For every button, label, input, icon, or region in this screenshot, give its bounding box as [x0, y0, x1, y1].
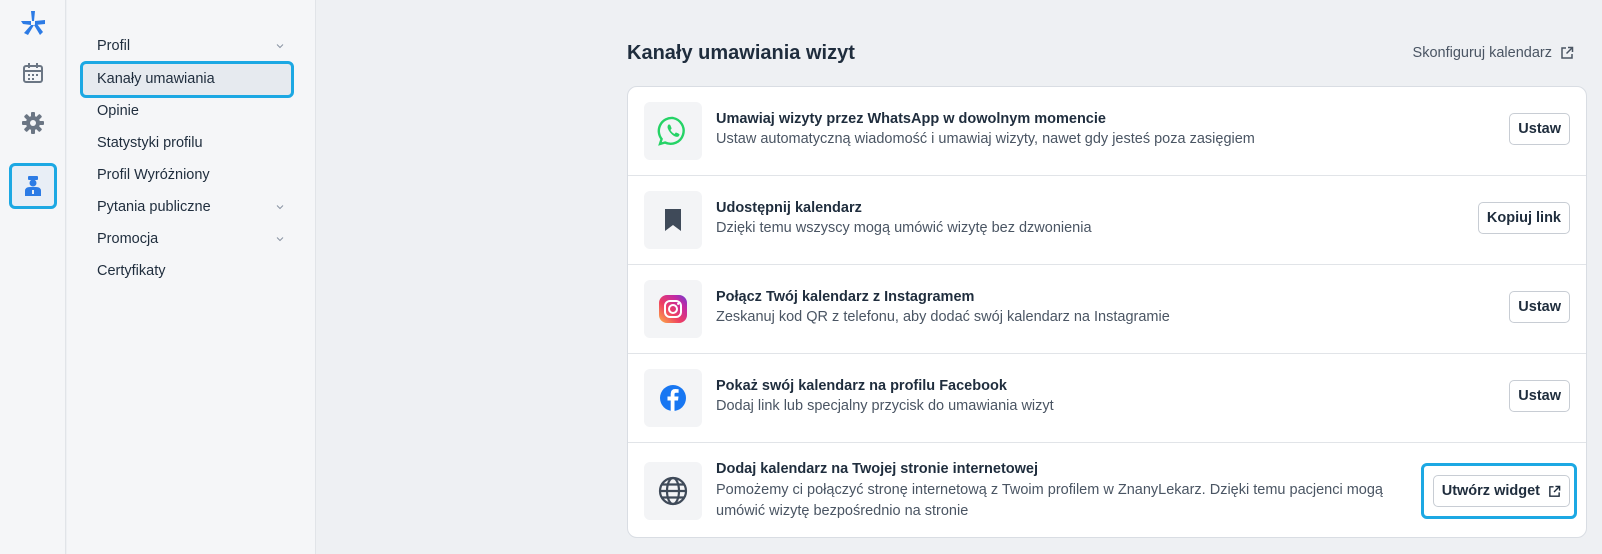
channel-title: Dodaj kalendarz na Twojej stronie intern… [716, 461, 1039, 477]
configure-calendar-label: Skonfiguruj kalendarz [1412, 45, 1552, 61]
channel-row-website: Dodaj kalendarz na Twojej stronie intern… [628, 443, 1586, 537]
button-label: Ustaw [1518, 299, 1561, 315]
nav-item-profil[interactable]: Profil [97, 32, 287, 60]
gear-icon[interactable] [9, 100, 57, 146]
globe-icon [644, 462, 702, 520]
nav-item-promocja[interactable]: Promocja [97, 225, 287, 253]
channel-description: Dodaj link lub specjalny przycisk do uma… [716, 398, 1054, 414]
channel-row-facebook: Pokaż swój kalendarz na profilu Facebook… [628, 354, 1586, 443]
logo-icon[interactable] [9, 0, 57, 46]
channel-row-instagram: Połącz Twój kalendarz z Instagramem Zesk… [628, 265, 1586, 354]
external-link-icon [1561, 46, 1574, 59]
channel-title: Połącz Twój kalendarz z Instagramem [716, 289, 975, 305]
doctor-profile-icon[interactable] [9, 163, 57, 209]
channel-row-whatsapp: Umawiaj wizyty przez WhatsApp w dowolnym… [628, 87, 1586, 176]
chevron-down-icon [276, 44, 284, 49]
bookmark-icon [644, 191, 702, 249]
facebook-setup-button[interactable]: Ustaw [1509, 380, 1570, 412]
channel-title: Udostępnij kalendarz [716, 200, 862, 216]
nav-item-label: Certyfikaty [97, 263, 166, 279]
button-label: Kopiuj link [1486, 210, 1561, 226]
channel-description: Zeskanuj kod QR z telefonu, aby dodać sw… [716, 309, 1170, 325]
nav-item-label: Profil Wyróżniony [97, 167, 210, 183]
button-label: Ustaw [1518, 121, 1561, 137]
nav-item-opinie[interactable]: Opinie [97, 97, 287, 125]
external-link-icon [1549, 485, 1561, 497]
nav-item-label: Kanały umawiania [97, 71, 215, 87]
nav-item-label: Profil [97, 38, 131, 54]
page-title: Kanały umawiania wizyt [627, 42, 855, 64]
channel-description: Ustaw automatyczną wiadomość i umawiaj w… [716, 131, 1255, 147]
channel-row-share-calendar: Udostępnij kalendarz Dzięki temu wszyscy… [628, 176, 1586, 265]
button-label: Utwórz widget [1441, 483, 1540, 499]
nav-item-label: Promocja [97, 231, 159, 247]
channel-title: Umawiaj wizyty przez WhatsApp w dowolnym… [716, 111, 1106, 127]
create-widget-button[interactable]: Utwórz widget [1432, 475, 1570, 507]
chevron-down-icon [276, 237, 284, 242]
instagram-icon [644, 280, 702, 338]
nav-item-statystyki-profilu[interactable]: Statystyki profilu [97, 129, 287, 157]
facebook-icon [644, 369, 702, 427]
instagram-setup-button[interactable]: Ustaw [1509, 291, 1570, 323]
channel-description: Pomożemy ci połączyć stronę internetową … [716, 482, 1383, 519]
nav-item-certyfikaty[interactable]: Certyfikaty [97, 257, 287, 285]
channel-description: Dzięki temu wszyscy mogą umówić wizytę b… [716, 220, 1092, 236]
copy-link-button[interactable]: Kopiuj link [1477, 202, 1570, 234]
channels-card: Umawiaj wizyty przez WhatsApp w dowolnym… [627, 86, 1587, 538]
whatsapp-setup-button[interactable]: Ustaw [1509, 113, 1570, 145]
nav-item-kanaly-umawiania[interactable]: Kanały umawiania [97, 65, 287, 93]
configure-calendar-link[interactable]: Skonfiguruj kalendarz [1413, 45, 1574, 61]
nav-item-pytania-publiczne[interactable]: Pytania publiczne [97, 193, 287, 221]
chevron-down-icon [276, 205, 284, 210]
nav-item-label: Statystyki profilu [97, 135, 203, 151]
button-label: Ustaw [1518, 388, 1561, 404]
icon-rail [0, 0, 66, 554]
nav-item-profil-wyrozniony[interactable]: Profil Wyróżniony [97, 161, 287, 189]
calendar-icon[interactable] [9, 50, 57, 96]
nav-item-label: Pytania publiczne [97, 199, 211, 215]
channel-title: Pokaż swój kalendarz na profilu Facebook [716, 378, 1007, 394]
nav-item-label: Opinie [97, 103, 139, 119]
whatsapp-icon [644, 102, 702, 160]
